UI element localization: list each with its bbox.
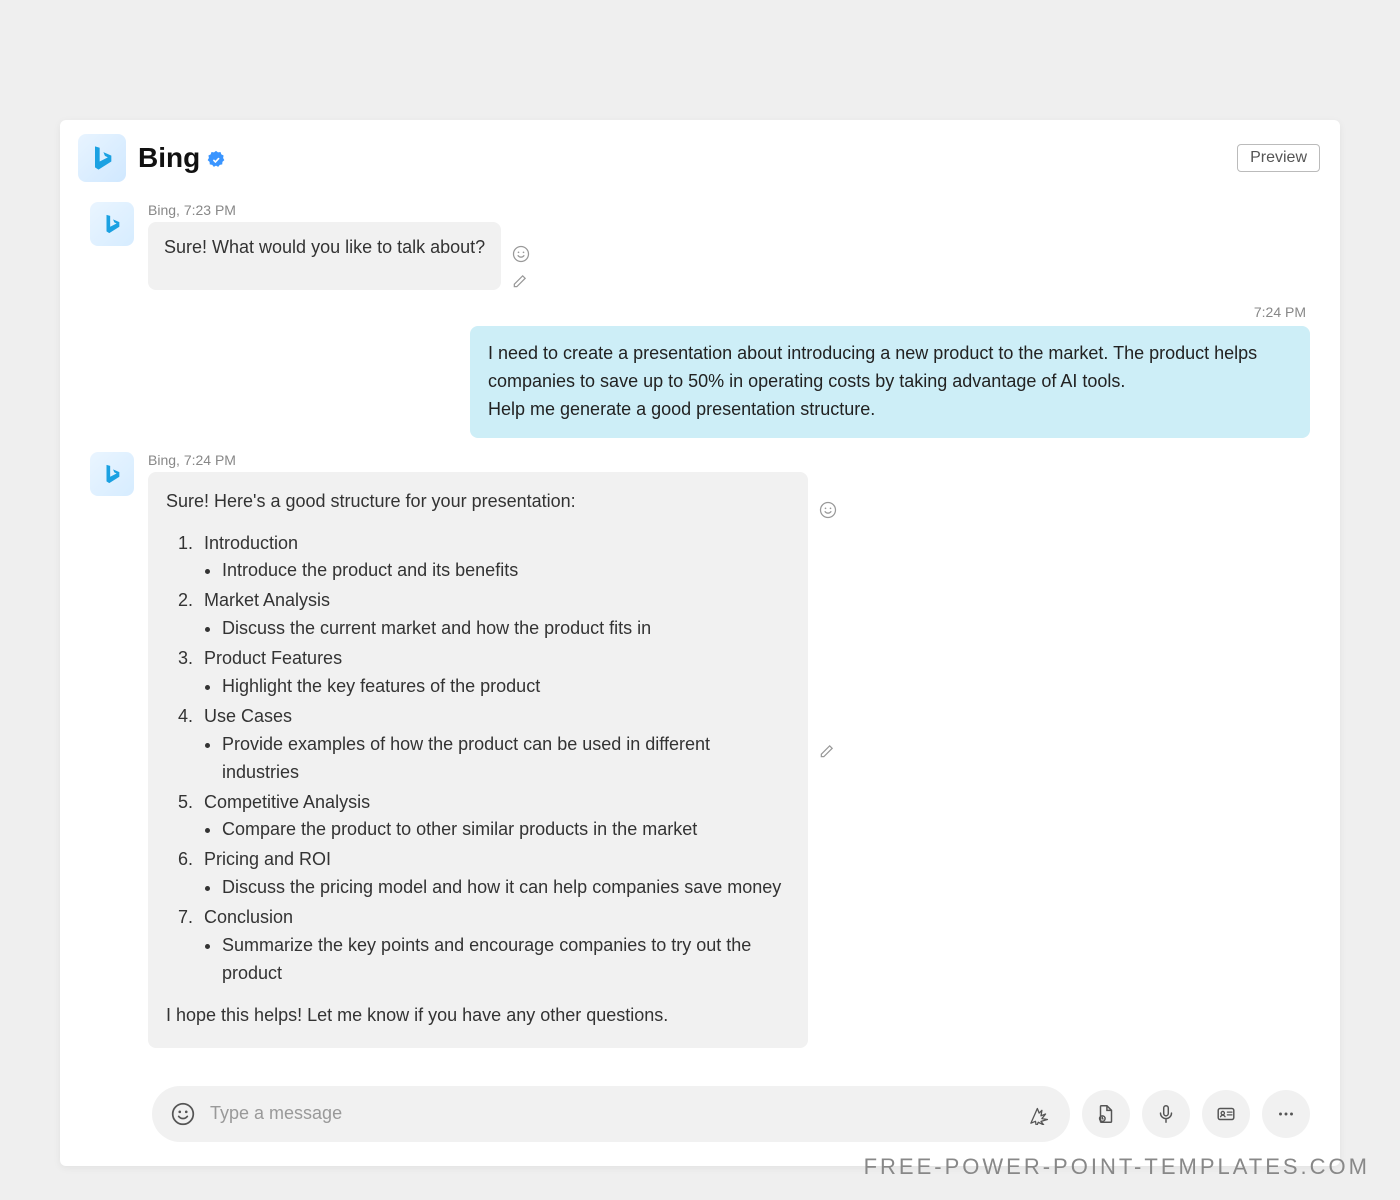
react-icon[interactable]	[511, 244, 531, 264]
bing-logo-icon	[101, 463, 123, 485]
presentation-outline: IntroductionIntroduce the product and it…	[198, 530, 790, 988]
chat-title: Bing	[138, 142, 200, 174]
message-user: 7:24 PM I need to create a presentation …	[90, 304, 1310, 438]
list-item: Competitive AnalysisCompare the product …	[198, 789, 790, 845]
message-bubble: Sure! What would you like to talk about?	[148, 222, 501, 290]
edit-icon[interactable]	[511, 270, 531, 290]
message-bot: Bing, 7:24 PM Sure! Here's a good struct…	[90, 452, 1310, 1048]
chat-header: Bing Preview	[60, 120, 1340, 190]
compose-bar	[60, 1068, 1340, 1166]
compose-input-container	[152, 1086, 1070, 1142]
list-item: Product FeaturesHighlight the key featur…	[198, 645, 790, 701]
watermark: FREE-POWER-POINT-TEMPLATES.COM	[864, 1154, 1370, 1180]
chat-window: Bing Preview Bing, 7:23 PM Sure! What wo…	[60, 120, 1340, 1166]
bubble-intro: Sure! Here's a good structure for your p…	[166, 488, 790, 516]
list-item: Pricing and ROIDiscuss the pricing model…	[198, 846, 790, 902]
message-meta: Bing, 7:23 PM	[148, 202, 531, 218]
spark-icon[interactable]	[1030, 1103, 1052, 1125]
message-bot: Bing, 7:23 PM Sure! What would you like …	[90, 202, 1310, 290]
mic-button[interactable]	[1142, 1090, 1190, 1138]
message-bubble: I need to create a presentation about in…	[470, 326, 1310, 438]
message-meta: 7:24 PM	[1254, 304, 1310, 320]
bing-avatar	[78, 134, 126, 182]
attach-file-button[interactable]	[1082, 1090, 1130, 1138]
emoji-icon[interactable]	[170, 1101, 196, 1127]
bot-avatar	[90, 452, 134, 496]
bing-logo-icon	[101, 213, 123, 235]
messages-area: Bing, 7:23 PM Sure! What would you like …	[60, 190, 1340, 1068]
bing-logo-icon	[88, 144, 116, 172]
bubble-outro: I hope this helps! Let me know if you ha…	[166, 1002, 790, 1030]
list-item: Market AnalysisDiscuss the current marke…	[198, 587, 790, 643]
list-item: ConclusionSummarize the key points and e…	[198, 904, 790, 988]
preview-button[interactable]: Preview	[1237, 144, 1320, 172]
list-item: IntroductionIntroduce the product and it…	[198, 530, 790, 586]
verified-icon	[206, 150, 226, 170]
bot-avatar	[90, 202, 134, 246]
list-item: Use CasesProvide examples of how the pro…	[198, 703, 790, 787]
react-icon[interactable]	[818, 500, 838, 520]
more-button[interactable]	[1262, 1090, 1310, 1138]
message-meta: Bing, 7:24 PM	[148, 452, 838, 468]
edit-icon[interactable]	[818, 740, 838, 760]
message-bubble: Sure! Here's a good structure for your p…	[148, 472, 808, 1048]
message-input[interactable]	[210, 1103, 1030, 1124]
card-button[interactable]	[1202, 1090, 1250, 1138]
